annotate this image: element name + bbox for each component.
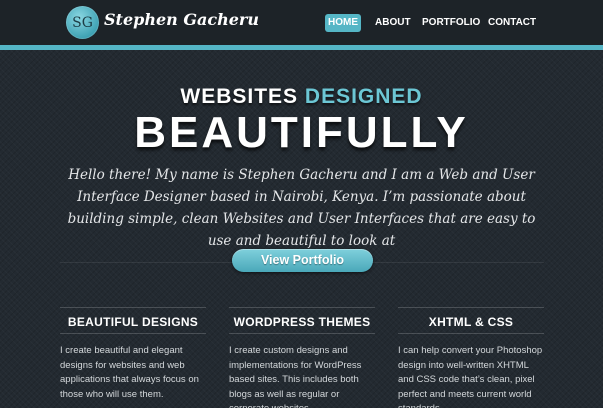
intro-text: Hello there! My name is Stephen Gacheru … — [67, 167, 536, 249]
nav-portfolio[interactable]: PORTFOLIO — [422, 14, 480, 32]
feature-title: XHTML & CSS — [428, 315, 514, 329]
nav-contact[interactable]: CONTACT — [488, 14, 536, 32]
hero-tagline: WEBSITES DESIGNED — [0, 85, 603, 109]
feature-rule-top — [229, 307, 375, 308]
hero-tagline-part1: WEBSITES — [180, 85, 305, 108]
feature-rule-top — [398, 307, 544, 308]
header-accent-bar — [0, 45, 603, 50]
feature-text: I create custom designs and implementati… — [229, 345, 362, 408]
hero-tagline-highlight: DESIGNED — [304, 85, 423, 108]
main-nav: HOME ABOUT PORTFOLIO CONTACT — [0, 14, 603, 32]
feature-text: I create beautiful and elegant designs f… — [60, 345, 199, 400]
feature-rule-bottom — [398, 333, 544, 334]
feature-title: BEAUTIFUL DESIGNS — [67, 315, 199, 329]
nav-about[interactable]: ABOUT — [375, 14, 411, 32]
feature-rule-top — [60, 307, 206, 308]
nav-home[interactable]: HOME — [325, 14, 361, 32]
feature-text: I can help convert your Photoshop design… — [398, 345, 543, 408]
feature-title: WORDPRESS THEMES — [233, 315, 371, 329]
view-portfolio-button[interactable]: View Portfolio — [232, 249, 373, 272]
feature-rule-bottom — [60, 333, 206, 334]
hero-headline: BEAUTIFULLY — [134, 108, 469, 157]
feature-rule-bottom — [229, 333, 375, 334]
